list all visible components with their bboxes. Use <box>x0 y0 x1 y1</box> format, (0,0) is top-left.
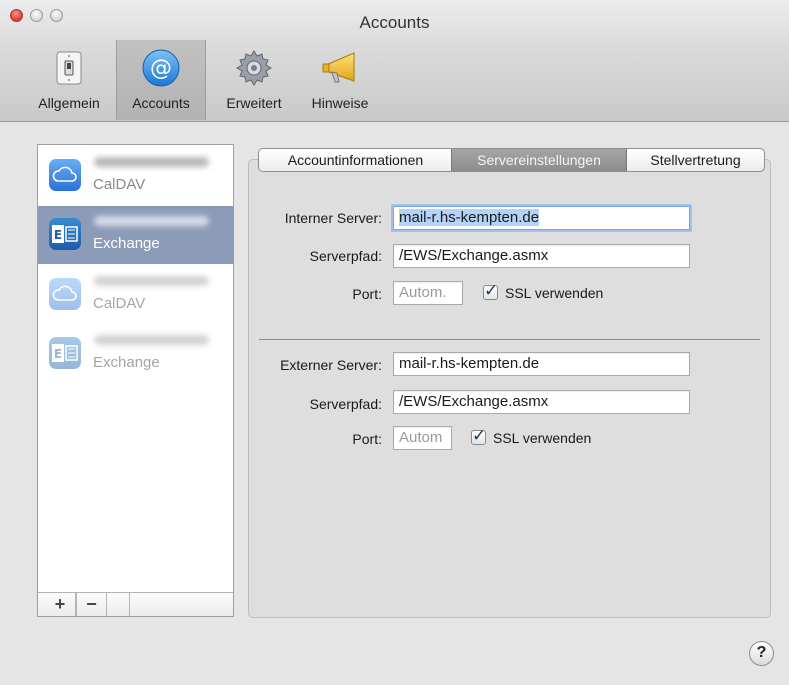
account-type: Exchange <box>93 235 160 252</box>
help-button[interactable]: ? <box>749 641 774 666</box>
list-bar-spacer <box>108 593 130 616</box>
internal-ssl-label: SSL verwenden <box>505 285 604 301</box>
account-list[interactable]: CalDAV E Exchange CalDAV E Exchange + − <box>37 144 234 617</box>
icloud-icon <box>49 278 81 310</box>
account-name-redacted <box>94 216 209 226</box>
megaphone-icon <box>320 48 360 88</box>
tab-accountinformationen[interactable]: Accountinformationen <box>259 149 452 171</box>
external-ssl-label: SSL verwenden <box>493 430 592 446</box>
tab-stellvertretung[interactable]: Stellvertretung <box>627 149 764 171</box>
remove-account-button[interactable]: − <box>76 593 107 616</box>
switch-icon <box>49 48 89 88</box>
list-item[interactable]: E Exchange <box>38 206 233 264</box>
account-type: CalDAV <box>93 176 146 193</box>
gear-icon <box>234 48 274 88</box>
internal-server-value: mail-r.hs-kempten.de <box>399 209 540 226</box>
external-server-label: Externer Server: <box>280 357 382 373</box>
exchange-icon: E <box>49 337 81 369</box>
internal-port-placeholder: Autom. <box>399 284 447 301</box>
toolbar-label: Accounts <box>132 95 190 111</box>
external-path-field[interactable]: /EWS/Exchange.asmx <box>393 390 690 414</box>
account-name-redacted <box>94 157 209 167</box>
internal-server-field[interactable]: mail-r.hs-kempten.de <box>393 206 690 230</box>
toolbar-hinweise[interactable]: Hinweise <box>300 40 380 120</box>
internal-port-field[interactable]: Autom. <box>393 281 463 305</box>
account-name-redacted <box>94 335 209 345</box>
external-port-placeholder: Autom <box>399 429 443 446</box>
list-bottom-bar: + − <box>38 592 233 616</box>
tab-servereinstellungen[interactable]: Servereinstellungen <box>451 149 627 171</box>
internal-path-label: Serverpfad: <box>309 248 382 264</box>
toolbar-label: Allgemein <box>38 95 100 111</box>
internal-server-label: Interner Server: <box>284 210 382 226</box>
internal-port-label: Port: <box>352 286 382 302</box>
external-port-field[interactable]: Autom <box>393 426 452 450</box>
external-server-field[interactable]: mail-r.hs-kempten.de <box>393 352 690 376</box>
toolbar-label: Erweitert <box>226 95 282 111</box>
exchange-icon: E <box>49 218 81 250</box>
tab-bar: Accountinformationen Servereinstellungen… <box>258 148 765 172</box>
svg-text:@: @ <box>150 56 172 81</box>
account-type: Exchange <box>93 354 160 371</box>
account-type: CalDAV <box>93 295 146 312</box>
checkmark-icon: ✓ <box>472 426 487 445</box>
list-item[interactable]: E Exchange <box>38 325 233 383</box>
external-ssl-checkbox[interactable]: ✓ <box>471 426 486 445</box>
toolbar-label: Hinweise <box>311 95 369 111</box>
internal-ssl-checkbox[interactable]: ✓ <box>483 281 498 300</box>
checkmark-icon: ✓ <box>484 281 499 300</box>
toolbar-accounts[interactable]: @ Accounts <box>116 40 206 120</box>
at-sign-icon: @ <box>141 48 181 88</box>
svg-text:E: E <box>54 347 62 361</box>
icloud-icon <box>49 159 81 191</box>
account-name-redacted <box>94 276 209 286</box>
add-account-button[interactable]: + <box>45 593 76 616</box>
window-title: Accounts <box>359 13 430 32</box>
window-titlebar: Accounts Allgemein @ Accounts Erweitert … <box>0 0 789 122</box>
internal-path-field[interactable]: /EWS/Exchange.asmx <box>393 244 690 268</box>
svg-text:E: E <box>54 228 62 242</box>
toolbar-allgemein[interactable]: Allgemein <box>28 40 110 120</box>
toolbar-erweitert[interactable]: Erweitert <box>214 40 294 120</box>
external-path-label: Serverpfad: <box>309 396 382 412</box>
list-item[interactable]: CalDAV <box>38 147 233 205</box>
list-item[interactable]: CalDAV <box>38 266 233 324</box>
external-port-label: Port: <box>352 431 382 447</box>
section-separator <box>259 339 760 340</box>
